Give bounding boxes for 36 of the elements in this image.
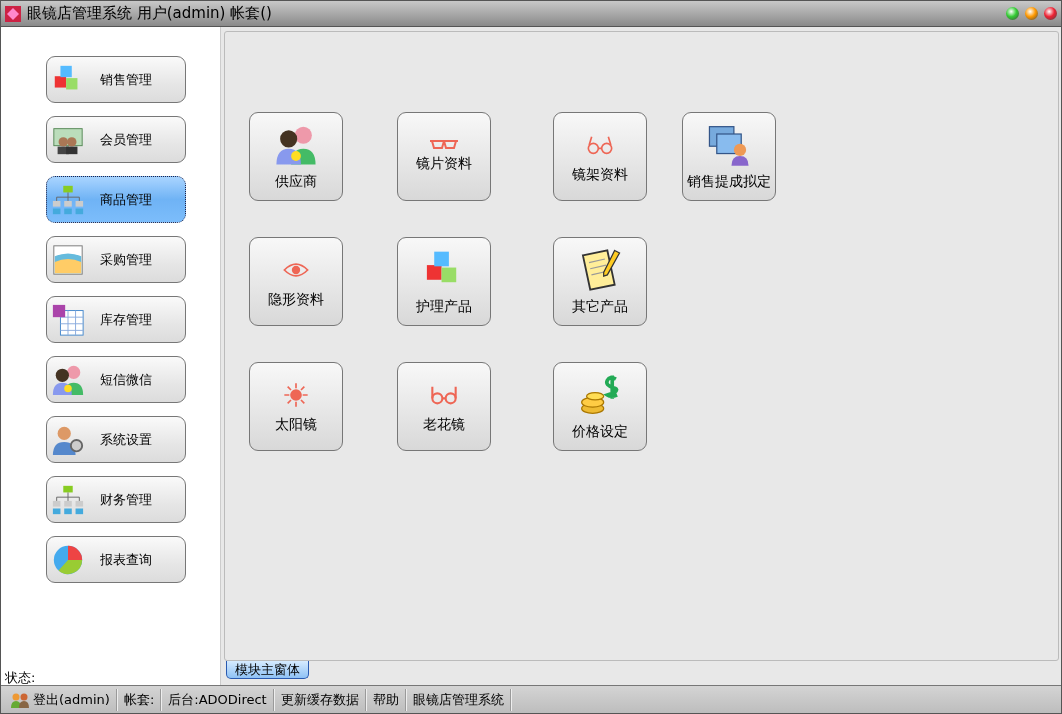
app-logo-icon xyxy=(5,5,21,22)
module-button[interactable]: 镜架资料 xyxy=(553,112,647,201)
module-button[interactable]: 供应商 xyxy=(249,112,343,201)
sidebar-item[interactable]: 报表查询 xyxy=(46,536,186,583)
module-button[interactable]: 镜片资料 xyxy=(397,112,491,201)
users-icon xyxy=(11,691,29,708)
sidebar-item[interactable]: 销售管理 xyxy=(46,56,186,103)
sidebar-item[interactable]: 商品管理 xyxy=(46,176,186,223)
close-button[interactable] xyxy=(1044,7,1057,20)
module-button[interactable]: 价格设定 xyxy=(553,362,647,451)
minimize-button[interactable] xyxy=(1006,7,1019,20)
module-button[interactable]: 老花镜 xyxy=(397,362,491,451)
status-bar-item[interactable]: 更新缓存数据 xyxy=(274,688,367,711)
glasses-icon xyxy=(429,140,459,149)
tab[interactable]: 模块主窗体 xyxy=(226,661,309,679)
status-bar-item[interactable]: 帐套: xyxy=(117,688,163,711)
area-chart-icon xyxy=(51,242,85,277)
module-button[interactable]: 隐形资料 xyxy=(249,237,343,326)
sidebar-item[interactable]: 库存管理 xyxy=(46,296,186,343)
status-label: 状态: xyxy=(4,670,37,685)
window-title: 眼镜店管理系统 用户(admin) 帐套() xyxy=(27,4,273,23)
status-bar-item[interactable]: 后台:ADODirect xyxy=(162,688,275,711)
status-bar-item[interactable]: 帮助 xyxy=(366,688,407,711)
module-button[interactable]: 太阳镜 xyxy=(249,362,343,451)
sidebar-item[interactable]: 财务管理 xyxy=(46,476,186,523)
sidebar-item[interactable]: 采购管理 xyxy=(46,236,186,283)
module-button[interactable]: 护理产品 xyxy=(397,237,491,326)
status-bar-item[interactable]: 登出(admin) xyxy=(5,688,118,711)
maximize-button[interactable] xyxy=(1025,7,1038,20)
sidebar-item[interactable]: 系统设置 xyxy=(46,416,186,463)
sidebar-item[interactable]: 会员管理 xyxy=(46,116,186,163)
module-button[interactable]: 其它产品 xyxy=(553,237,647,326)
status-bar-item[interactable]: 眼镜店管理系统 xyxy=(406,688,512,711)
module-button[interactable]: 销售提成拟定 xyxy=(682,112,776,201)
sidebar-item[interactable]: 短信微信 xyxy=(46,356,186,403)
spreadsheet-icon xyxy=(51,302,85,337)
